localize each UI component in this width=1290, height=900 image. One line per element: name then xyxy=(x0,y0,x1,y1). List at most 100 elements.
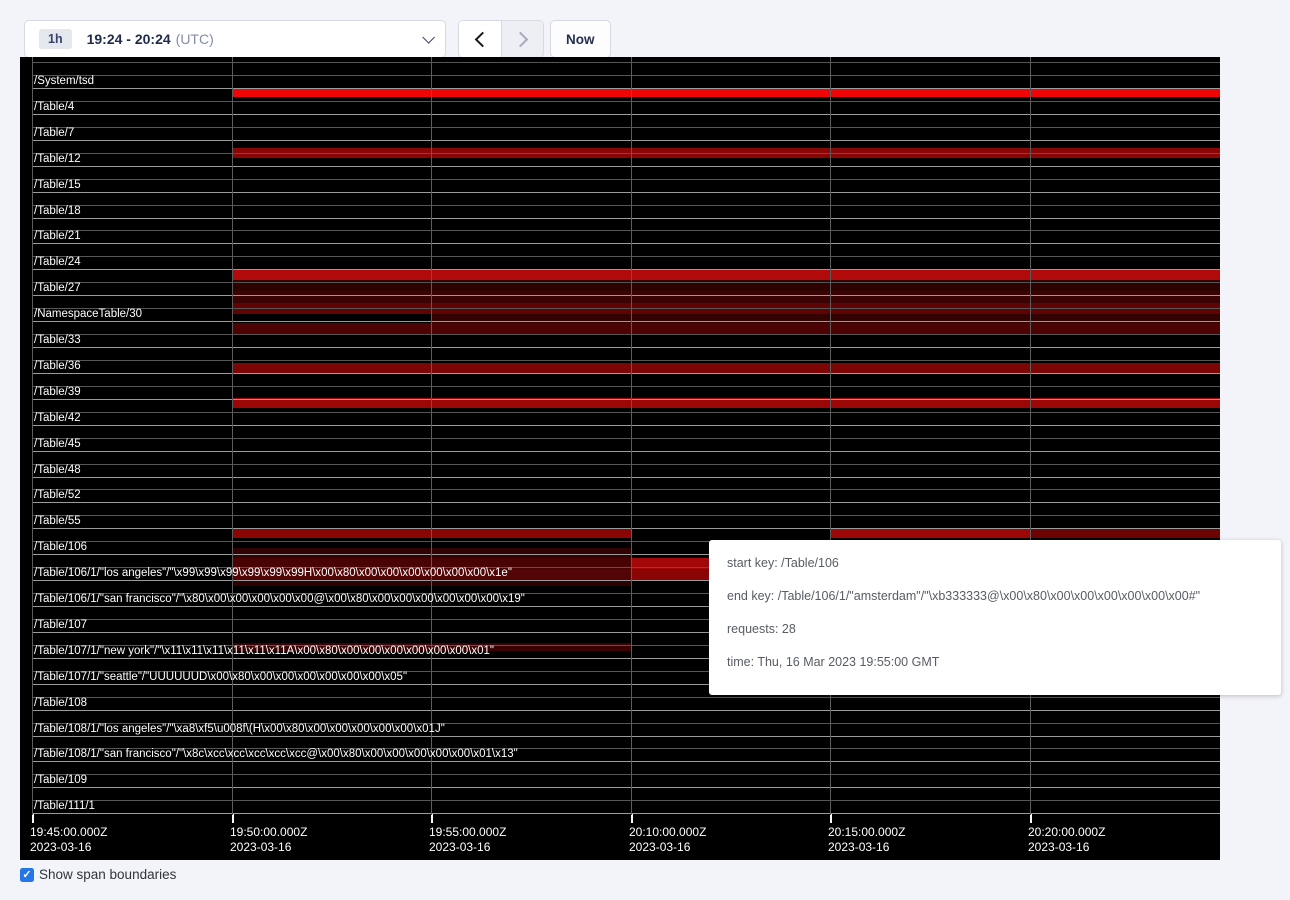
span-boundary-line xyxy=(32,308,1220,309)
span-boundary-line xyxy=(32,386,1220,387)
row-label: /Table/24 xyxy=(34,256,81,269)
heat-band xyxy=(232,269,1220,280)
heat-band xyxy=(232,363,1220,373)
row-label: /Table/4 xyxy=(34,101,74,114)
time-axis-label: 19:50:00.000Z2023-03-16 xyxy=(230,825,307,855)
row-label: /Table/106/1/"los angeles"/"\x99\x99\x99… xyxy=(34,567,512,580)
time-axis-label: 19:45:00.000Z2023-03-16 xyxy=(30,825,107,855)
heat-band xyxy=(232,323,1220,334)
span-boundary-line xyxy=(32,243,1220,244)
range-duration-badge: 1h xyxy=(39,29,72,49)
tooltip-line: time: Thu, 16 Mar 2023 19:55:00 GMT xyxy=(727,652,1263,672)
row-label: /Table/21 xyxy=(34,230,81,243)
time-axis-label: 19:55:00.000Z2023-03-16 xyxy=(429,825,506,855)
time-axis-label: 20:20:00.000Z2023-03-16 xyxy=(1028,825,1105,855)
span-boundary-line xyxy=(32,321,1220,322)
span-boundary-line xyxy=(32,295,1220,296)
span-boundary-line xyxy=(32,256,1220,257)
span-boundary-line xyxy=(32,774,1220,775)
prev-range-button[interactable] xyxy=(459,21,501,57)
time-bucket-line xyxy=(631,57,632,815)
heat-band xyxy=(1030,528,1220,538)
chevron-down-icon xyxy=(422,31,435,44)
row-label: /Table/12 xyxy=(34,153,81,166)
span-boundary-line xyxy=(32,140,1220,141)
span-boundary-line xyxy=(32,88,1220,89)
now-button[interactable]: Now xyxy=(550,20,611,58)
span-boundary-line xyxy=(32,192,1220,193)
span-boundary-line xyxy=(32,62,1220,63)
span-boundary-line xyxy=(32,787,1220,788)
span-boundary-line xyxy=(32,127,1220,128)
tooltip-line: start key: /Table/106 xyxy=(727,553,1263,573)
next-range-button[interactable] xyxy=(501,21,543,57)
row-label: /Table/48 xyxy=(34,464,81,477)
span-boundary-line xyxy=(32,813,1220,814)
span-boundary-line xyxy=(32,515,1220,516)
range-timezone: (UTC) xyxy=(176,31,214,47)
time-axis-label: 20:15:00.000Z2023-03-16 xyxy=(828,825,905,855)
span-boundary-line xyxy=(32,761,1220,762)
span-boundary-line xyxy=(32,114,1220,115)
time-bucket-line xyxy=(232,57,233,815)
range-nav-group xyxy=(458,20,544,58)
heat-band xyxy=(830,528,1030,538)
row-label: /Table/27 xyxy=(34,282,81,295)
span-boundary-line xyxy=(32,347,1220,348)
key-visualizer-canvas[interactable]: /System/tsd/Table/4/Table/7/Table/12/Tab… xyxy=(20,57,1220,860)
span-boundary-line xyxy=(32,282,1220,283)
time-tick xyxy=(232,814,234,823)
span-boundary-line xyxy=(32,489,1220,490)
time-tick xyxy=(631,814,633,823)
checkbox-checked-icon[interactable]: ✓ xyxy=(20,868,34,882)
row-label: /Table/106/1/"san francisco"/"\x80\x00\x… xyxy=(34,593,525,606)
row-label: /Table/45 xyxy=(34,438,81,451)
range-text: 19:24 - 20:24 xyxy=(87,31,171,47)
time-tick xyxy=(1030,814,1032,823)
row-label: /Table/52 xyxy=(34,489,81,502)
span-boundary-line xyxy=(32,697,1220,698)
time-tick xyxy=(830,814,832,823)
span-boundary-line xyxy=(32,412,1220,413)
span-boundary-line xyxy=(32,464,1220,465)
span-boundary-line xyxy=(32,710,1220,711)
span-boundary-line xyxy=(32,502,1220,503)
span-boundary-line xyxy=(32,360,1220,361)
time-axis-label: 20:10:00.000Z2023-03-16 xyxy=(629,825,706,855)
row-label: /NamespaceTable/30 xyxy=(34,308,142,321)
show-span-boundaries-control[interactable]: ✓ Show span boundaries xyxy=(20,867,176,882)
checkbox-label: Show span boundaries xyxy=(39,867,176,882)
row-label: /Table/109 xyxy=(34,774,87,787)
row-label: /Table/107/1/"new york"/"\x11\x11\x11\x1… xyxy=(34,645,494,658)
chevron-left-icon xyxy=(474,31,490,47)
span-boundary-line xyxy=(32,230,1220,231)
row-label: /Table/111/1 xyxy=(34,800,95,813)
row-label: /Table/106 xyxy=(34,541,87,554)
row-label: /Table/18 xyxy=(34,205,81,218)
span-tooltip: start key: /Table/106end key: /Table/106… xyxy=(709,540,1281,695)
span-boundary-line xyxy=(32,477,1220,478)
span-boundary-line xyxy=(32,528,1220,529)
row-label: /Table/55 xyxy=(34,515,81,528)
row-label: /Table/15 xyxy=(34,179,81,192)
time-bucket-line xyxy=(32,57,33,815)
time-range-select[interactable]: 1h 19:24 - 20:24 (UTC) xyxy=(24,20,446,58)
span-boundary-line xyxy=(32,153,1220,154)
row-label: /Table/42 xyxy=(34,412,81,425)
span-boundary-line xyxy=(32,75,1220,76)
span-boundary-line xyxy=(32,373,1220,374)
span-boundary-line xyxy=(32,205,1220,206)
row-label: /Table/107 xyxy=(34,619,87,632)
row-label: /Table/7 xyxy=(34,127,74,140)
row-label: /System/tsd xyxy=(34,75,94,88)
time-tick xyxy=(32,814,34,823)
row-label: /Table/33 xyxy=(34,334,81,347)
time-bucket-line xyxy=(431,57,432,815)
heat-band xyxy=(232,88,1220,97)
row-label: /Table/107/1/"seattle"/"UUUUUUD\x00\x80\… xyxy=(34,671,407,684)
span-boundary-line xyxy=(32,101,1220,102)
tooltip-line: requests: 28 xyxy=(727,619,1263,639)
time-toolbar: 1h 19:24 - 20:24 (UTC) Now xyxy=(24,20,611,58)
span-boundary-line xyxy=(32,334,1220,335)
time-tick xyxy=(431,814,433,823)
